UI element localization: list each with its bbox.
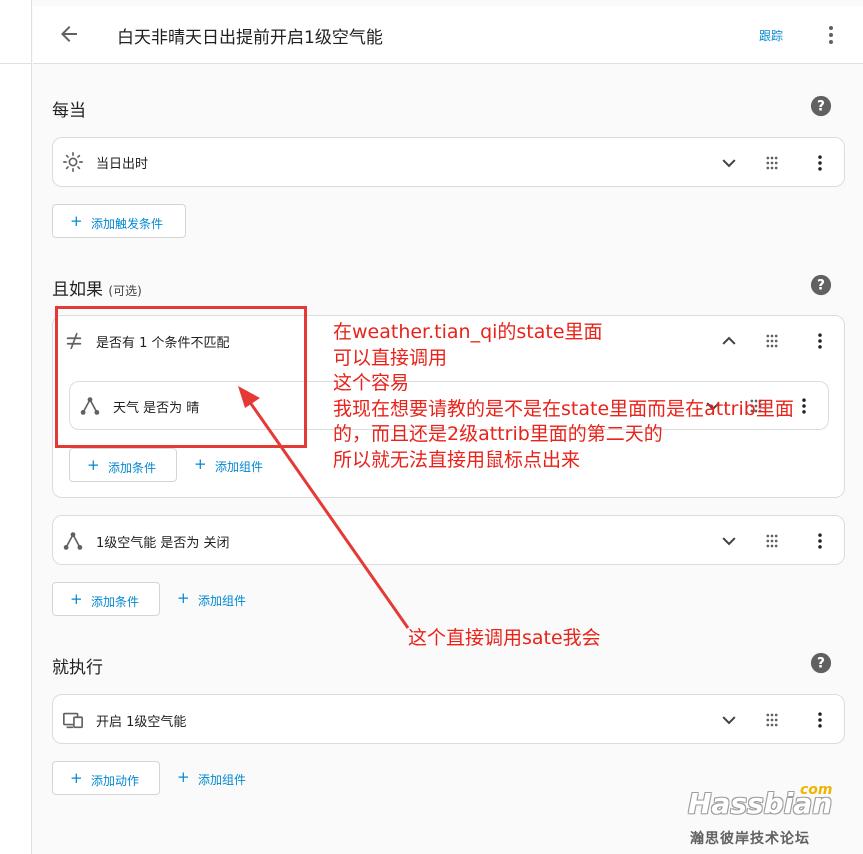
page-title: 白天非晴天日出提前开启1级空气能 xyxy=(117,28,383,48)
device-icon xyxy=(63,712,83,729)
help-icon[interactable]: ? xyxy=(810,274,832,296)
plus-icon: + xyxy=(177,589,190,607)
drag-handle-icon[interactable] xyxy=(762,710,782,730)
add-action-block-label: 添加组件 xyxy=(198,773,247,787)
help-icon[interactable]: ? xyxy=(810,652,832,674)
svg-text:?: ? xyxy=(817,99,825,115)
actions-section-title: 就执行 xyxy=(52,658,103,678)
nested-add-block-button[interactable]: + 添加组件 xyxy=(177,448,277,482)
add-condition-button[interactable]: + 添加条件 xyxy=(52,582,160,616)
more-vert-icon[interactable] xyxy=(794,396,814,416)
annotation-line: 在weather.tian_qi的state里面 xyxy=(333,321,603,343)
sidebar xyxy=(0,0,32,854)
annotation-line: 的，而且还是2级attrib里面的第二天的 xyxy=(333,423,663,445)
plus-icon: + xyxy=(177,768,190,786)
annotation-line: 我现在想要请教的是不是在state里面而是在attrib里面 xyxy=(333,397,794,420)
action-label: 开启 1级空气能 xyxy=(96,715,187,730)
conditions-title-text: 且如果 xyxy=(52,280,103,300)
chevron-down-icon[interactable] xyxy=(719,710,739,730)
watermark-subtitle: 瀚思彼岸技术论坛 xyxy=(690,831,810,847)
nested-add-condition-button[interactable]: + 添加条件 xyxy=(69,448,177,482)
sun-icon xyxy=(63,152,83,172)
nested-add-block-label: 添加组件 xyxy=(215,460,264,474)
more-vert-icon[interactable] xyxy=(810,153,830,173)
more-vert-icon[interactable] xyxy=(810,531,830,551)
trace-button[interactable]: 跟踪 xyxy=(759,27,783,44)
chevron-down-icon[interactable] xyxy=(719,531,739,551)
trigger-row[interactable]: 当日出时 xyxy=(52,137,845,187)
add-block-label: 添加组件 xyxy=(198,594,247,608)
add-block-button[interactable]: + 添加组件 xyxy=(160,582,260,616)
plus-icon: + xyxy=(194,455,207,473)
trigger-label: 当日出时 xyxy=(96,157,149,172)
annotation-line: 所以就无法直接用鼠标点出来 xyxy=(333,448,581,471)
plus-icon: + xyxy=(70,212,83,230)
action-row[interactable]: 开启 1级空气能 xyxy=(52,694,845,744)
annotation-line: 可以直接调用 xyxy=(333,346,448,369)
help-icon[interactable]: ? xyxy=(810,95,832,117)
nested-add-condition-label: 添加条件 xyxy=(108,461,157,475)
add-action-button[interactable]: + 添加动作 xyxy=(52,761,160,795)
drag-handle-icon[interactable] xyxy=(762,531,782,551)
plus-icon: + xyxy=(87,456,100,474)
svg-text:?: ? xyxy=(817,656,825,672)
drag-handle-icon[interactable] xyxy=(762,153,782,173)
state-icon xyxy=(63,532,83,550)
top-app-bar: 白天非晴天日出提前开启1级空气能 跟踪 xyxy=(33,6,863,64)
more-vert-icon[interactable] xyxy=(810,331,830,351)
add-trigger-button[interactable]: + 添加触发条件 xyxy=(52,204,186,238)
add-trigger-label: 添加触发条件 xyxy=(91,217,164,231)
more-vert-icon[interactable] xyxy=(819,23,843,47)
condition-row[interactable]: 1级空气能 是否为 关闭 xyxy=(52,515,845,565)
annotation-note: 这个直接调用sate我会 xyxy=(408,627,601,649)
svg-text:?: ? xyxy=(817,278,825,294)
annotation-text: 在weather.tian_qi的state里面 可以直接调用 这个容易 我现在… xyxy=(333,320,794,473)
triggers-section-title: 每当 xyxy=(52,101,86,121)
annotation-line: 这个容易 xyxy=(333,372,410,394)
watermark-logo: Hassbian xyxy=(688,787,833,820)
back-arrow-icon[interactable] xyxy=(57,22,81,46)
sidebar-divider xyxy=(0,63,32,64)
plus-icon: + xyxy=(70,590,83,608)
add-action-block-button[interactable]: + 添加组件 xyxy=(160,761,260,795)
more-vert-icon[interactable] xyxy=(810,710,830,730)
plus-icon: + xyxy=(70,769,83,787)
condition-label: 1级空气能 是否为 关闭 xyxy=(96,536,230,551)
add-action-label: 添加动作 xyxy=(91,774,140,788)
annotation-highlight-box xyxy=(55,306,307,448)
add-condition-label: 添加条件 xyxy=(91,595,140,609)
optional-label: (可选) xyxy=(108,284,142,298)
chevron-down-icon[interactable] xyxy=(719,153,739,173)
conditions-section-title: 且如果 (可选) xyxy=(52,275,142,300)
